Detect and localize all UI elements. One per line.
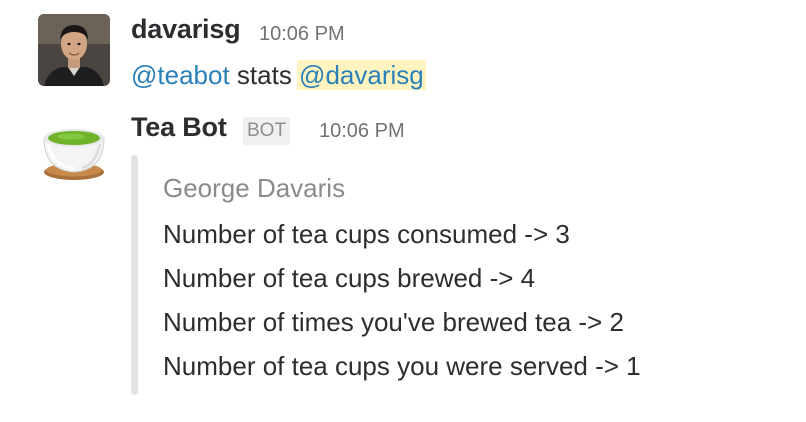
bot-badge: BOT [243,117,291,145]
attachment-color-bar [131,155,138,395]
message-text: @teabot stats @davarisg [129,58,426,92]
stat-times-brewed: Number of times you've brewed tea -> 2 [163,307,624,337]
attachment-title: George Davaris [163,173,346,203]
bot-avatar[interactable] [38,114,110,186]
mention-teabot[interactable]: @teabot [129,60,232,90]
user-avatar[interactable] [38,14,110,86]
sender-name[interactable]: davarisg [131,14,241,45]
sender-name[interactable]: Tea Bot [131,112,227,143]
user-photo-avatar-icon [38,14,110,86]
message-tea-bot: Tea Bot BOT 10:06 PM George Davaris Numb… [0,100,806,422]
stat-cups-brewed: Number of tea cups brewed -> 4 [163,263,536,293]
stat-cups-served: Number of tea cups you were served -> 1 [163,351,641,381]
stats-attachment: George Davaris Number of tea cups consum… [131,155,771,395]
message-timestamp[interactable]: 10:06 PM [319,120,405,143]
message-davarisg: davarisg 10:06 PM @teabot stats @davaris… [0,0,806,100]
tea-cup-icon [43,129,105,180]
stat-cups-consumed: Number of tea cups consumed -> 3 [163,219,570,249]
mention-davarisg[interactable]: @davarisg [297,60,426,90]
message-text-body: stats [229,60,300,90]
message-timestamp[interactable]: 10:06 PM [259,23,345,46]
